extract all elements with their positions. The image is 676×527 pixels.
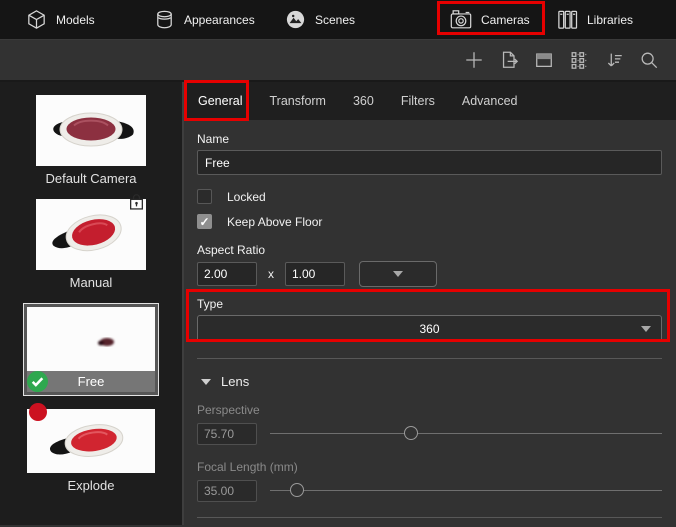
perspective-input[interactable]: 75.70 [197,423,257,445]
aspect-width-input[interactable]: 2.00 [197,262,257,286]
focal-length-input[interactable]: 35.00 [197,480,257,502]
focal-length-slider[interactable] [270,480,662,502]
tab-transform[interactable]: Transform [269,94,326,108]
aspect-separator: x [257,267,285,281]
nav-tab-libraries[interactable]: Libraries [556,0,633,39]
lens-title: Lens [221,374,249,389]
cube-icon [25,8,48,31]
nav-tab-cameras[interactable]: Cameras [449,0,530,39]
camera-thumbnail [36,199,146,270]
slider-thumb[interactable] [404,426,418,440]
aspect-ratio-label: Aspect Ratio [197,243,662,257]
tab-general[interactable]: General [198,94,242,108]
nav-tab-models[interactable]: Models [25,0,95,39]
section-divider [197,358,662,359]
keep-above-floor-checkbox[interactable]: ✓ [197,214,212,229]
keep-above-floor-label: Keep Above Floor [227,215,322,229]
camera-name: Manual [36,275,146,290]
thumbnail-list-button[interactable] [568,49,590,71]
chevron-down-icon [641,326,651,332]
nav-label: Models [56,13,95,27]
nav-tab-scenes[interactable]: Scenes [284,0,355,39]
name-label: Name [197,132,662,146]
tab-advanced[interactable]: Advanced [462,94,518,108]
slider-thumb[interactable] [290,483,304,497]
lens-section-header[interactable]: Lens [201,374,662,389]
type-label: Type [197,297,662,311]
nav-tab-appearances[interactable]: Appearances [153,0,255,39]
camera-item-free[interactable]: Free [23,303,159,396]
add-camera-button[interactable] [463,49,485,71]
checkmark-icon: ✓ [199,216,209,228]
type-value: 360 [419,322,439,336]
perspective-slider[interactable] [270,423,662,445]
camera-icon [449,8,473,31]
camera-name: Explode [27,478,155,493]
chevron-down-icon [393,271,403,277]
split-view-button[interactable] [533,49,555,71]
focal-length-label: Focal Length (mm) [197,460,662,474]
camera-item-explode[interactable]: Explode [27,409,155,493]
camera-item-default[interactable]: Default Camera [36,95,146,186]
camera-thumbnail [36,95,146,166]
camera-thumbnail [27,409,155,473]
slider-track [270,490,662,491]
camera-thumbnail [27,307,155,371]
export-button[interactable] [498,49,520,71]
type-dropdown[interactable]: 360 [197,315,662,342]
properties-tab-bar: General Transform 360 Filters Advanced [184,82,676,120]
camera-name: Default Camera [36,171,146,186]
slider-track [270,433,662,434]
lock-icon [129,193,144,210]
locked-label: Locked [227,190,266,204]
perspective-label: Perspective [197,403,662,417]
tab-filters[interactable]: Filters [401,94,435,108]
camera-list: Default Camera Manual [0,82,184,525]
nav-label: Cameras [481,13,530,27]
section-divider [197,517,662,518]
scene-image-icon [284,8,307,31]
search-icon[interactable] [638,49,660,71]
material-bucket-icon [153,8,176,31]
library-books-icon [556,8,579,31]
name-input[interactable]: Free [197,150,662,175]
sort-descending-button[interactable] [603,49,625,71]
active-check-icon [27,371,48,392]
locked-checkbox[interactable]: ✓ [197,189,212,204]
camera-toolbar [0,40,676,82]
record-dot-icon [29,403,47,421]
aspect-height-input[interactable]: 1.00 [285,262,345,286]
nav-label: Libraries [587,13,633,27]
camera-item-manual[interactable]: Manual [36,199,146,290]
nav-label: Scenes [315,13,355,27]
aspect-preset-dropdown[interactable] [359,261,437,287]
nav-label: Appearances [184,13,255,27]
tab-360[interactable]: 360 [353,94,374,108]
collapse-arrow-icon [201,379,211,385]
main-ribbon: Models Appearances Scenes Cameras Librar… [0,0,676,40]
